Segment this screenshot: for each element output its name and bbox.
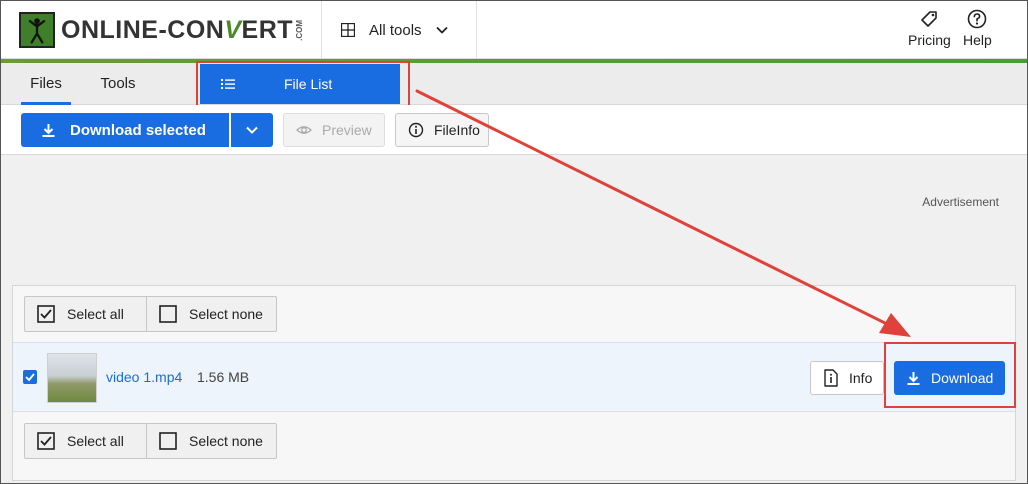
download-icon [42,123,55,137]
site-logo[interactable]: ONLINE-CONVERT .COM [19,9,304,51]
advertisement-label: Advertisement [922,195,999,209]
select-none-label: Select none [189,306,263,322]
eye-icon [296,126,312,134]
chevron-down-icon [435,26,448,34]
all-tools-menu[interactable]: All tools [341,17,448,43]
pricing-label: Pricing [908,32,951,48]
file-info-icon [824,369,838,387]
checked-box-icon [37,305,55,323]
download-icon [907,371,920,385]
tab-files[interactable]: Files [21,63,71,105]
chevron-down-icon [246,126,258,134]
empty-box-icon [159,432,177,450]
app-window: ONLINE-CONVERT .COM All tools Pricing He… [0,0,1028,484]
check-icon [25,373,35,382]
video-thumbnail [47,353,97,403]
select-none-label: Select none [189,433,263,449]
site-header: ONLINE-CONVERT .COM All tools Pricing He… [1,1,1027,59]
file-info-button[interactable]: Info [810,361,884,395]
preview-button[interactable]: Preview [283,113,385,147]
download-options-dropdown[interactable] [231,113,273,147]
select-all-button[interactable]: Select all [24,296,148,332]
help-label: Help [963,32,992,48]
logo-wordmark: ONLINE-CONVERT [61,15,294,44]
select-none-button[interactable]: Select none [146,296,277,332]
tabs-bar: Files Tools [1,63,1027,105]
pricing-link[interactable]: Pricing [908,9,951,48]
select-none-button-bottom[interactable]: Select none [146,423,277,459]
select-all-label: Select all [67,433,124,449]
file-list-tab[interactable]: File List [200,64,400,104]
file-size: 1.56 MB [197,369,250,385]
header-divider [476,1,477,59]
file-row: video 1.mp4 1.56 MB Info Download [13,342,1015,412]
all-tools-label: All tools [369,21,422,39]
file-list-panel: Select all Select none video 1.mp4 1.56 … [12,285,1016,481]
download-selected-button[interactable]: Download selected [21,113,229,147]
logo-com: .COM [295,19,305,41]
file-name-link[interactable]: video 1.mp4 [106,369,182,385]
fileinfo-label: FileInfo [434,122,480,138]
help-link[interactable]: Help [963,9,992,48]
empty-box-icon [159,305,177,323]
file-list-label: File List [284,76,333,92]
tab-tools[interactable]: Tools [93,63,143,105]
logo-figure-icon [19,12,55,48]
help-icon [968,9,987,29]
list-icon [221,79,235,89]
file-checkbox[interactable] [23,370,37,384]
header-divider [321,1,322,59]
checked-box-icon [37,432,55,450]
file-download-button[interactable]: Download [894,361,1005,395]
main-content: Advertisement Select all Select none vid… [1,155,1027,483]
download-selected-label: Download selected [70,121,206,139]
select-all-label: Select all [67,306,124,322]
file-download-label: Download [931,370,994,386]
tag-icon [921,11,938,27]
file-toolbar: Download selected Preview FileInfo [1,105,1027,155]
info-circle-icon [408,122,424,138]
fileinfo-button[interactable]: FileInfo [395,113,489,147]
grid-icon [341,23,355,37]
file-info-label: Info [849,370,873,386]
preview-label: Preview [322,122,372,138]
select-all-button-bottom[interactable]: Select all [24,423,148,459]
